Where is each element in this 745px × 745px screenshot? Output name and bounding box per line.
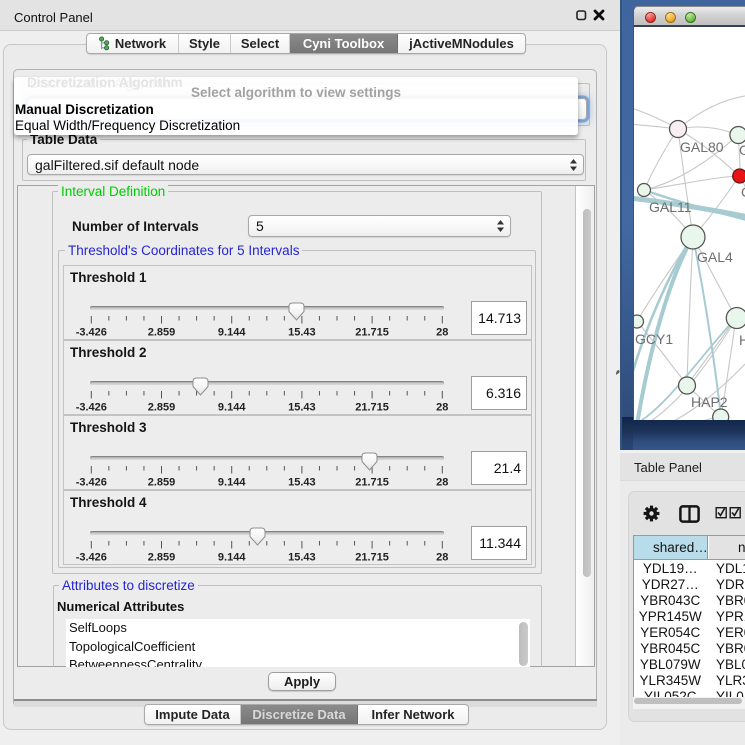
svg-text:GAL4: GAL4 — [697, 249, 733, 265]
svg-text:2.859: 2.859 — [148, 327, 176, 339]
svg-text:21.715: 21.715 — [355, 552, 389, 564]
svg-text:GA: GA — [739, 142, 745, 158]
svg-text:HAP2: HAP2 — [691, 394, 728, 410]
svg-text:15.43: 15.43 — [288, 402, 316, 414]
svg-text:9.144: 9.144 — [218, 552, 246, 564]
svg-text:15.43: 15.43 — [288, 477, 316, 489]
svg-text:9.144: 9.144 — [218, 402, 246, 414]
svg-text:GCY1: GCY1 — [635, 331, 673, 347]
svg-text:28: 28 — [436, 552, 448, 564]
svg-text:-3.426: -3.426 — [76, 552, 107, 564]
svg-text:28: 28 — [436, 327, 448, 339]
svg-text:9.144: 9.144 — [218, 477, 246, 489]
svg-text:C: C — [741, 184, 745, 200]
svg-text:H: H — [739, 332, 745, 348]
svg-text:15.43: 15.43 — [288, 552, 316, 564]
svg-text:-3.426: -3.426 — [76, 327, 107, 339]
svg-text:9.144: 9.144 — [218, 327, 246, 339]
svg-text:-3.426: -3.426 — [76, 477, 107, 489]
svg-text:21.715: 21.715 — [355, 402, 389, 414]
svg-text:15.43: 15.43 — [288, 327, 316, 339]
svg-text:-3.426: -3.426 — [76, 402, 107, 414]
svg-text:28: 28 — [436, 477, 448, 489]
svg-text:28: 28 — [436, 402, 448, 414]
svg-text:2.859: 2.859 — [148, 477, 176, 489]
svg-text:21.715: 21.715 — [355, 327, 389, 339]
svg-text:GAL80: GAL80 — [680, 139, 724, 155]
svg-text:2.859: 2.859 — [148, 552, 176, 564]
svg-text:2.859: 2.859 — [148, 402, 176, 414]
svg-text:21.715: 21.715 — [355, 477, 389, 489]
svg-text:GAL11: GAL11 — [649, 199, 692, 215]
